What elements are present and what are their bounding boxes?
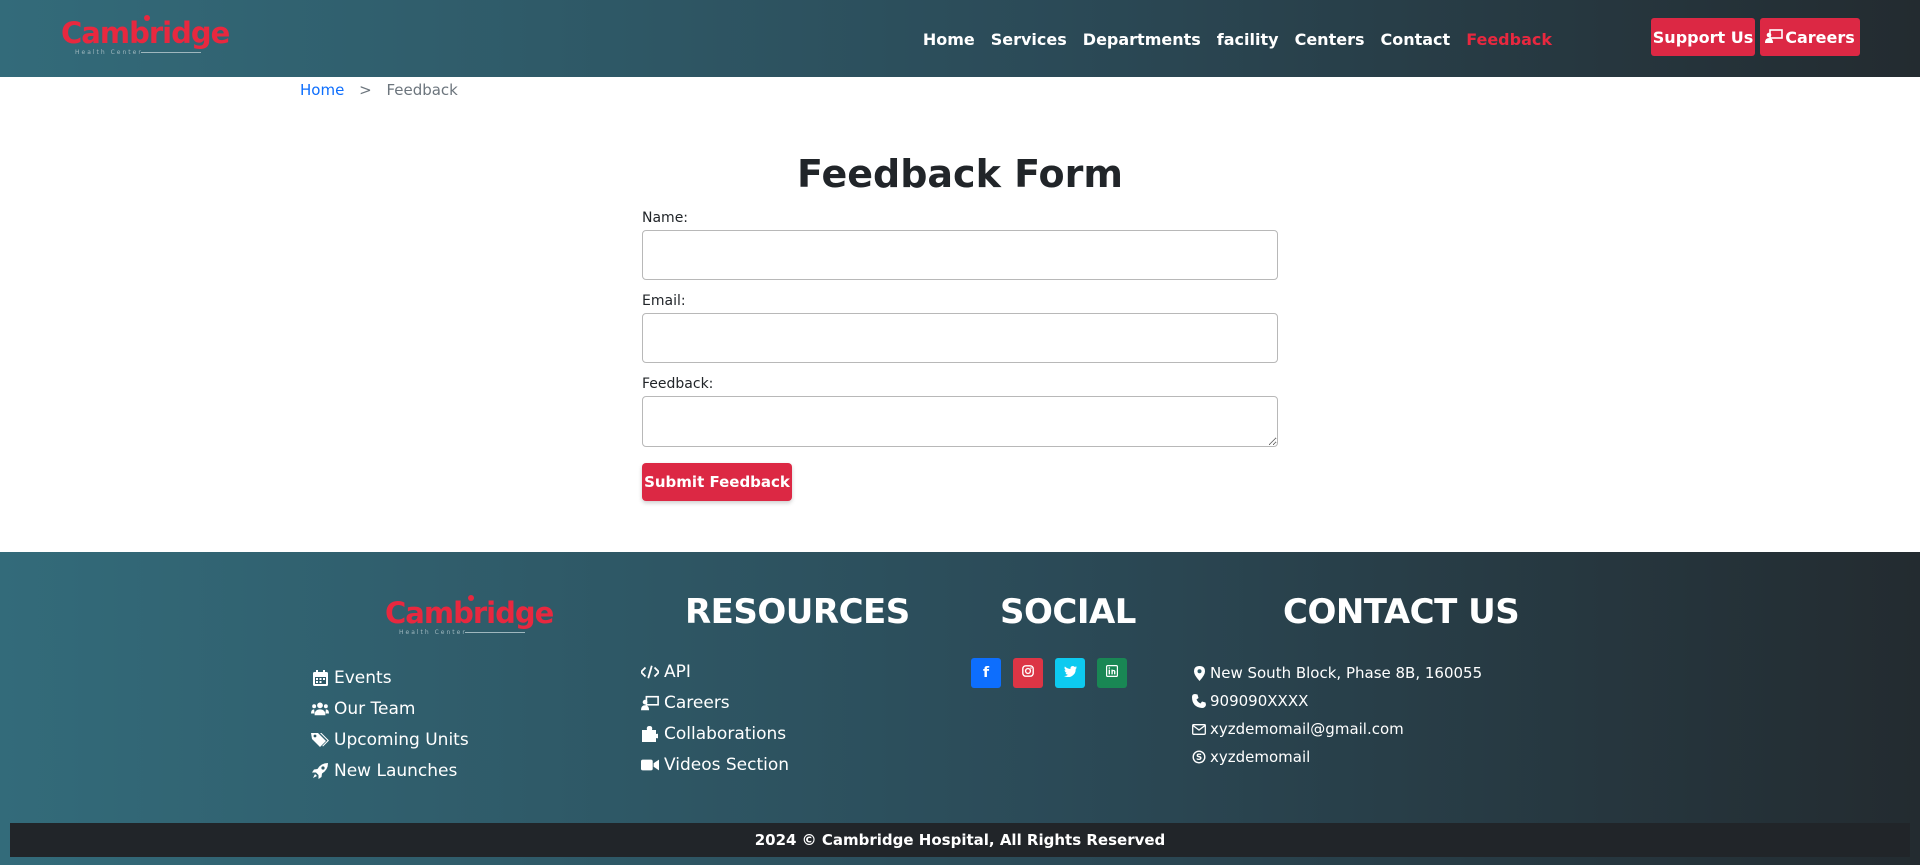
breadcrumb-current: Feedback bbox=[386, 81, 458, 99]
chalkboard-user-icon bbox=[641, 695, 659, 711]
linkedin-icon bbox=[1106, 665, 1119, 681]
contact-email[interactable]: xyzdemomail@gmail.com bbox=[1192, 715, 1482, 743]
nav-links: Home Services Departments facility Cente… bbox=[915, 30, 1560, 49]
feedback-form: Name: Email: Feedback: Submit Feedback bbox=[642, 210, 1278, 501]
nav-home[interactable]: Home bbox=[915, 30, 983, 49]
page-title: Feedback Form bbox=[797, 152, 1123, 196]
instagram-button[interactable] bbox=[1013, 658, 1043, 688]
resource-link-label: Careers bbox=[664, 692, 730, 713]
email-label: Email: bbox=[642, 293, 686, 309]
support-us-button[interactable]: Support Us bbox=[1651, 18, 1755, 56]
footer-brand-name: Cambridge bbox=[385, 596, 554, 630]
brand-subtitle: Health Center bbox=[75, 49, 143, 56]
footer-link-new-launches[interactable]: New Launches bbox=[311, 755, 469, 786]
skype-icon: S bbox=[1192, 749, 1206, 765]
contact-phone[interactable]: 909090XXXX bbox=[1192, 687, 1482, 715]
feedback-textarea[interactable] bbox=[642, 396, 1278, 447]
social-heading: SOCIAL bbox=[1000, 592, 1136, 632]
envelope-icon bbox=[1192, 721, 1206, 737]
phone-icon bbox=[1192, 693, 1206, 709]
footer-logo[interactable]: Cambridge Health Center bbox=[385, 595, 554, 636]
footer-link-our-team[interactable]: Our Team bbox=[311, 693, 469, 724]
contact-phone-text: 909090XXXX bbox=[1210, 692, 1309, 710]
twitter-button[interactable] bbox=[1055, 658, 1085, 688]
resource-link-collaborations[interactable]: Collaborations bbox=[641, 718, 789, 749]
brand-logo[interactable]: Cambridge Health Center bbox=[61, 15, 230, 56]
breadcrumb-separator: > bbox=[359, 81, 372, 99]
footer-link-upcoming-units[interactable]: Upcoming Units bbox=[311, 724, 469, 755]
contact-list: New South Block, Phase 8B, 160055 909090… bbox=[1192, 659, 1482, 771]
chalkboard-user-icon bbox=[1765, 28, 1784, 47]
footer: Cambridge Health Center Events Our Team … bbox=[0, 552, 1920, 865]
footer-link-label: New Launches bbox=[334, 760, 458, 781]
rocket-icon bbox=[311, 762, 329, 779]
nav-contact[interactable]: Contact bbox=[1372, 30, 1458, 49]
linkedin-button[interactable] bbox=[1097, 658, 1127, 688]
breadcrumb-home[interactable]: Home bbox=[300, 81, 344, 99]
footer-left-links: Events Our Team Upcoming Units New Launc… bbox=[311, 662, 469, 786]
users-icon bbox=[311, 701, 329, 717]
footer-link-label: Upcoming Units bbox=[334, 729, 469, 750]
contact-address: New South Block, Phase 8B, 160055 bbox=[1192, 659, 1482, 687]
facebook-button[interactable]: f bbox=[971, 658, 1001, 688]
twitter-icon bbox=[1063, 665, 1077, 681]
top-navbar: Cambridge Health Center Home Services De… bbox=[0, 0, 1920, 77]
map-pin-icon bbox=[1192, 665, 1206, 681]
contact-skype-text: xyzdemomail bbox=[1210, 748, 1311, 766]
name-field[interactable] bbox=[642, 230, 1278, 280]
instagram-icon bbox=[1022, 665, 1034, 681]
breadcrumb: Home > Feedback bbox=[300, 81, 458, 99]
feedback-label: Feedback: bbox=[642, 376, 714, 392]
footer-brand-subtitle: Health Center bbox=[399, 629, 467, 636]
careers-button[interactable]: Careers bbox=[1760, 18, 1860, 56]
code-icon bbox=[641, 664, 659, 680]
social-links: f bbox=[971, 658, 1127, 688]
submit-feedback-button[interactable]: Submit Feedback bbox=[642, 463, 792, 501]
careers-button-label: Careers bbox=[1785, 27, 1855, 47]
footer-link-label: Our Team bbox=[334, 698, 416, 719]
email-field[interactable] bbox=[642, 313, 1278, 363]
nav-departments[interactable]: Departments bbox=[1075, 30, 1209, 49]
puzzle-icon bbox=[641, 725, 659, 742]
logo-dot bbox=[144, 15, 150, 21]
brand-name: Cambridge bbox=[61, 16, 230, 50]
name-label: Name: bbox=[642, 210, 689, 226]
calendar-icon bbox=[311, 669, 329, 686]
footer-link-label: Events bbox=[334, 667, 392, 688]
nav-centers[interactable]: Centers bbox=[1287, 30, 1373, 49]
resources-heading: RESOURCES bbox=[685, 592, 910, 632]
resource-link-label: Collaborations bbox=[664, 723, 787, 744]
contact-email-text: xyzdemomail@gmail.com bbox=[1210, 720, 1404, 738]
resources-list: API Careers Collaborations Videos Sectio… bbox=[641, 656, 789, 780]
resource-link-videos[interactable]: Videos Section bbox=[641, 749, 789, 780]
nav-facility[interactable]: facility bbox=[1209, 30, 1287, 49]
resource-link-label: API bbox=[664, 661, 691, 682]
copyright-bar: 2024 © Cambridge Hospital, All Rights Re… bbox=[10, 823, 1910, 857]
resource-link-api[interactable]: API bbox=[641, 656, 789, 687]
nav-services[interactable]: Services bbox=[983, 30, 1075, 49]
svg-text:S: S bbox=[1196, 753, 1202, 763]
tags-icon bbox=[311, 732, 329, 748]
contact-address-text: New South Block, Phase 8B, 160055 bbox=[1210, 664, 1483, 682]
footer-link-events[interactable]: Events bbox=[311, 662, 469, 693]
contact-skype[interactable]: S xyzdemomail bbox=[1192, 743, 1482, 771]
footer-logo-underline bbox=[465, 632, 525, 633]
nav-feedback[interactable]: Feedback bbox=[1458, 30, 1560, 49]
resource-link-label: Videos Section bbox=[664, 754, 790, 775]
footer-logo-dot bbox=[468, 595, 474, 601]
facebook-icon: f bbox=[982, 665, 990, 681]
logo-underline bbox=[141, 52, 201, 53]
resource-link-careers[interactable]: Careers bbox=[641, 687, 789, 718]
contact-heading: CONTACT US bbox=[1283, 592, 1520, 632]
copyright-text: 2024 © Cambridge Hospital, All Rights Re… bbox=[754, 831, 1166, 849]
video-icon bbox=[641, 757, 659, 773]
